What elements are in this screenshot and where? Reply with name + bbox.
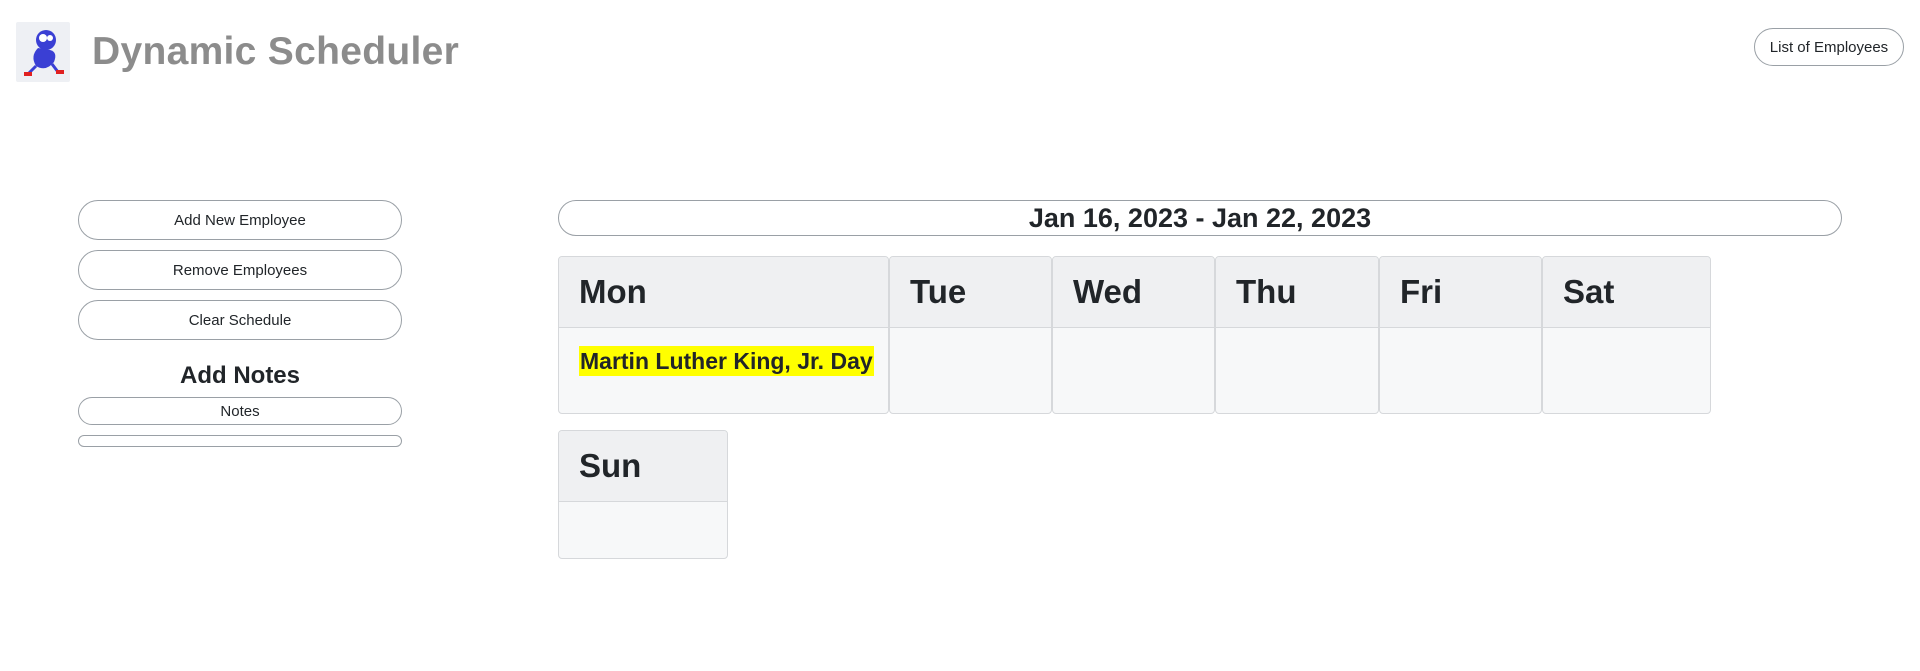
add-employee-button[interactable]: Add New Employee bbox=[78, 200, 402, 240]
day-card-fri: Fri bbox=[1379, 256, 1542, 414]
notes-input[interactable] bbox=[78, 397, 402, 425]
day-body[interactable] bbox=[559, 502, 727, 522]
day-body[interactable] bbox=[1053, 328, 1214, 348]
week-range[interactable]: Jan 16, 2023 - Jan 22, 2023 bbox=[558, 200, 1842, 236]
day-name: Mon bbox=[559, 257, 888, 328]
day-card-sat: Sat bbox=[1542, 256, 1711, 414]
add-notes-heading: Add Notes bbox=[180, 362, 300, 389]
day-card-sun: Sun bbox=[558, 430, 728, 559]
day-name: Thu bbox=[1216, 257, 1378, 328]
day-card-mon: Mon Martin Luther King, Jr. Day bbox=[558, 256, 889, 414]
day-body[interactable] bbox=[1380, 328, 1541, 348]
day-card-tue: Tue bbox=[889, 256, 1052, 414]
day-card-wed: Wed bbox=[1052, 256, 1215, 414]
day-body[interactable] bbox=[1543, 328, 1710, 348]
day-body[interactable] bbox=[1216, 328, 1378, 348]
day-name: Sun bbox=[559, 431, 727, 502]
clear-schedule-button[interactable]: Clear Schedule bbox=[78, 300, 402, 340]
app-title: Dynamic Scheduler bbox=[92, 30, 460, 73]
day-name: Sat bbox=[1543, 257, 1710, 328]
notes-submit-field[interactable] bbox=[78, 435, 402, 447]
holiday-note: Martin Luther King, Jr. Day bbox=[579, 346, 874, 376]
day-name: Tue bbox=[890, 257, 1051, 328]
day-name: Fri bbox=[1380, 257, 1541, 328]
day-body[interactable] bbox=[890, 328, 1051, 348]
remove-employees-button[interactable]: Remove Employees bbox=[78, 250, 402, 290]
day-body[interactable]: Martin Luther King, Jr. Day bbox=[559, 328, 888, 376]
list-employees-button[interactable]: List of Employees bbox=[1754, 28, 1904, 66]
day-card-thu: Thu bbox=[1215, 256, 1379, 414]
day-name: Wed bbox=[1053, 257, 1214, 328]
app-logo bbox=[16, 22, 70, 82]
